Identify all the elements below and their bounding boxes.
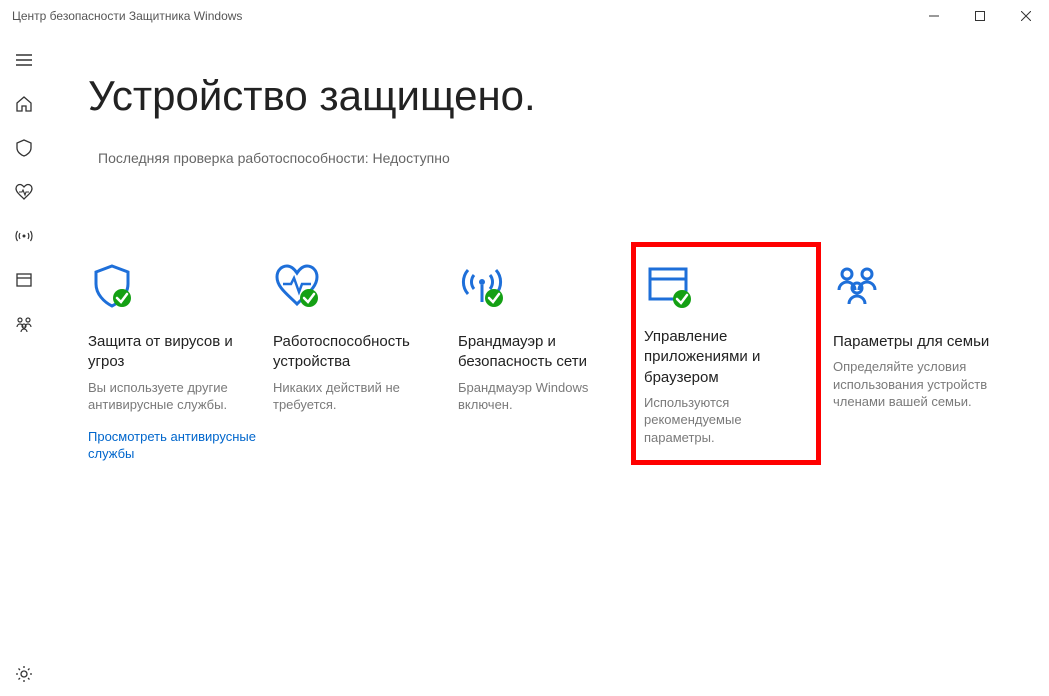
close-button[interactable] [1003, 0, 1049, 32]
heart-icon[interactable] [0, 170, 48, 214]
page-title: Устройство защищено. [88, 72, 1049, 120]
family-icon[interactable] [0, 302, 48, 346]
main-content: Устройство защищено. Последняя проверка … [48, 32, 1049, 696]
minimize-button[interactable] [911, 0, 957, 32]
card-desc: Брандмауэр Windows включен. [458, 379, 633, 414]
maximize-button[interactable] [957, 0, 1003, 32]
card-title: Управление приложениями и браузером [644, 327, 802, 388]
card-title: Защита от вирусов и угроз [88, 332, 263, 373]
app-browser-icon[interactable] [0, 258, 48, 302]
cards-row: Защита от вирусов и угроз Вы используете… [88, 256, 1049, 465]
settings-gear-icon[interactable] [0, 652, 48, 696]
page-subtitle: Последняя проверка работоспособности: Не… [98, 150, 1049, 166]
card-family-options[interactable]: Параметры для семьи Определяйте условия … [833, 256, 1018, 465]
sidebar [0, 32, 48, 696]
home-icon[interactable] [0, 82, 48, 126]
shield-check-icon [88, 256, 263, 316]
card-title: Брандмауэр и безопасность сети [458, 332, 633, 373]
card-firewall[interactable]: Брандмауэр и безопасность сети Брандмауэ… [458, 256, 643, 465]
window-title: Центр безопасности Защитника Windows [12, 9, 242, 23]
card-app-browser-control[interactable]: Управление приложениями и браузером Испо… [631, 242, 821, 465]
titlebar: Центр безопасности Защитника Windows [0, 0, 1049, 32]
card-virus-protection[interactable]: Защита от вирусов и угроз Вы используете… [88, 256, 273, 465]
window-check-icon [644, 257, 802, 317]
card-desc: Определяйте условия использования устрой… [833, 358, 1008, 411]
card-desc: Вы используете другие антивирусные служб… [88, 379, 263, 414]
network-icon[interactable] [0, 214, 48, 258]
hamburger-menu-icon[interactable] [0, 38, 48, 82]
family-large-icon [833, 256, 1008, 316]
card-desc: Никаких действий не требуется. [273, 379, 448, 414]
antenna-check-icon [458, 256, 633, 316]
heart-check-icon [273, 256, 448, 316]
card-device-health[interactable]: Работоспособность устройства Никаких дей… [273, 256, 458, 465]
shield-icon[interactable] [0, 126, 48, 170]
card-title: Работоспособность устройства [273, 332, 448, 373]
card-title: Параметры для семьи [833, 332, 1008, 352]
card-link[interactable]: Просмотреть антивирусные службы [88, 428, 263, 463]
card-desc: Используются рекомендуемые параметры. [644, 394, 802, 447]
